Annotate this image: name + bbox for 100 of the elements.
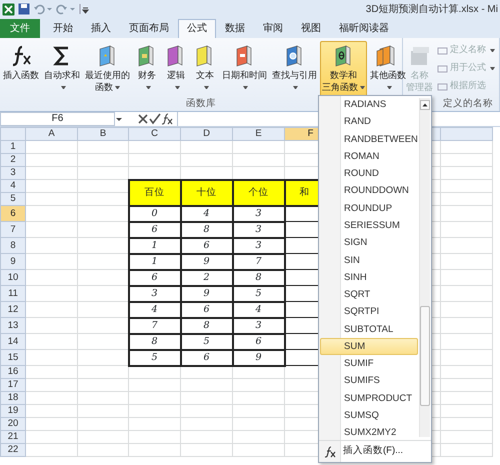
- ribbon-tab[interactable]: 公式: [178, 19, 216, 38]
- row-header[interactable]: 1: [0, 140, 26, 154]
- row-header[interactable]: 12: [0, 302, 26, 318]
- ribbon-button[interactable]: 文本: [191, 41, 219, 98]
- menu-item[interactable]: SUMPRODUCT: [320, 390, 418, 407]
- table-cell: 9: [232, 350, 284, 366]
- column-header[interactable]: A: [26, 128, 78, 140]
- row-header[interactable]: 10: [0, 270, 26, 286]
- menu-item[interactable]: SIGN: [320, 234, 418, 252]
- row-header[interactable]: 16: [0, 366, 26, 378]
- row-header[interactable]: 11: [0, 286, 26, 302]
- ribbon-button[interactable]: 最近使用的 函数: [83, 41, 132, 98]
- table-cell: 6: [180, 302, 232, 318]
- row-header[interactable]: 20: [0, 418, 26, 430]
- scroll-up-icon[interactable]: [420, 100, 430, 110]
- menu-item[interactable]: SUMIFS: [320, 372, 418, 390]
- menu-item[interactable]: RADIANS: [320, 96, 418, 114]
- ribbon-button[interactable]: 逻辑: [162, 41, 190, 98]
- row-header[interactable]: 7: [0, 222, 26, 238]
- table-cell: 4: [180, 206, 232, 222]
- enter-icon[interactable]: [149, 113, 161, 125]
- ribbon-tab[interactable]: 插入: [82, 19, 120, 38]
- table-cell: 8: [128, 334, 180, 350]
- table-cell: 7: [128, 318, 180, 334]
- menu-item[interactable]: SQRTPI: [320, 303, 418, 320]
- table-cell: 4: [128, 302, 180, 318]
- table-cell: 2: [180, 270, 232, 286]
- table-cell: 0: [128, 206, 180, 222]
- column-header[interactable]: D: [180, 128, 232, 140]
- table-cell: 6: [128, 270, 180, 286]
- file-tab[interactable]: 文件: [0, 19, 40, 38]
- menu-item[interactable]: ROUND: [320, 165, 418, 182]
- table-header-cell: 百位: [128, 180, 180, 206]
- ribbon-tab[interactable]: 数据: [216, 19, 254, 38]
- menu-item[interactable]: SUBTOTAL: [320, 320, 418, 338]
- column-header[interactable]: C: [128, 128, 180, 140]
- menu-item[interactable]: SQRT: [320, 286, 418, 304]
- row-header[interactable]: 19: [0, 404, 26, 418]
- column-header[interactable]: B: [78, 128, 128, 140]
- table-cell: 8: [232, 270, 284, 286]
- name-box[interactable]: F6: [0, 112, 115, 126]
- row-header[interactable]: 5: [0, 192, 26, 206]
- ribbon-button[interactable]: 日期和时间: [220, 41, 269, 98]
- table-cell: 7: [232, 254, 284, 270]
- row-header[interactable]: 21: [0, 430, 26, 444]
- table-cell: 3: [232, 238, 284, 254]
- customize-toolbar-icon[interactable]: [79, 3, 89, 15]
- row-header[interactable]: 18: [0, 392, 26, 404]
- menu-item[interactable]: SUM: [320, 338, 418, 355]
- ribbon-button[interactable]: 插入函数: [1, 41, 41, 98]
- dropdown-icon[interactable]: [115, 115, 123, 123]
- ribbon-tab[interactable]: 视图: [292, 19, 330, 38]
- ribbon-tab[interactable]: 页面布局: [120, 19, 178, 38]
- row-header[interactable]: 3: [0, 166, 26, 180]
- row-header[interactable]: 14: [0, 334, 26, 350]
- menu-item[interactable]: SIN: [320, 251, 418, 269]
- scrollbar[interactable]: [419, 98, 430, 437]
- ribbon-button[interactable]: 自动求和: [42, 41, 82, 98]
- table-cell: 3: [232, 206, 284, 222]
- cancel-icon[interactable]: [137, 113, 149, 125]
- table-cell: 3: [232, 222, 284, 238]
- table-cell: 1: [128, 254, 180, 270]
- ribbon-tab[interactable]: 福昕阅读器: [330, 19, 398, 38]
- row-header[interactable]: 2: [0, 154, 26, 166]
- row-header[interactable]: 8: [0, 238, 26, 254]
- table-cell: 5: [180, 334, 232, 350]
- row-header[interactable]: 15: [0, 350, 26, 366]
- table-cell: 6: [128, 222, 180, 238]
- spreadsheet-app-icon[interactable]: [2, 2, 15, 16]
- save-icon[interactable]: [18, 3, 30, 15]
- row-header[interactable]: 13: [0, 318, 26, 334]
- menu-item[interactable]: SUMSQ: [320, 406, 418, 424]
- ribbon-tab[interactable]: 开始: [44, 19, 82, 38]
- insert-function-icon[interactable]: [161, 113, 173, 125]
- ribbon-button[interactable]: 查找与引用: [270, 41, 319, 98]
- menu-item[interactable]: SUMX2MY2: [320, 424, 418, 442]
- menu-item[interactable]: SERIESSUM: [320, 216, 418, 234]
- ribbon-button[interactable]: 财务: [133, 41, 161, 98]
- row-header[interactable]: 17: [0, 378, 26, 392]
- group-label: 定义的名称: [443, 98, 493, 109]
- menu-item[interactable]: ROMAN: [320, 148, 418, 166]
- table-cell: 9: [180, 286, 232, 302]
- table-cell: 5: [232, 286, 284, 302]
- table-header-cell: 个位: [232, 180, 284, 206]
- table-cell: 9: [180, 254, 232, 270]
- menu-item[interactable]: SUMIF: [320, 354, 418, 372]
- table-cell: 3: [232, 318, 284, 334]
- menu-item[interactable]: SINH: [320, 268, 418, 286]
- row-header[interactable]: 22: [0, 444, 26, 456]
- table-cell: 6: [232, 334, 284, 350]
- row-header[interactable]: 9: [0, 254, 26, 270]
- row-header[interactable]: 4: [0, 180, 26, 192]
- scrollbar-thumb[interactable]: [420, 306, 430, 406]
- row-header[interactable]: 6: [0, 206, 26, 222]
- table-cell: 8: [180, 318, 232, 334]
- table-cell: 5: [128, 350, 180, 366]
- column-header[interactable]: E: [232, 128, 284, 140]
- ribbon-tab[interactable]: 审阅: [254, 19, 292, 38]
- menu-item[interactable]: 插入函数(F)...: [337, 444, 404, 459]
- ribbon-button[interactable]: 数学和 三角函数: [320, 41, 367, 98]
